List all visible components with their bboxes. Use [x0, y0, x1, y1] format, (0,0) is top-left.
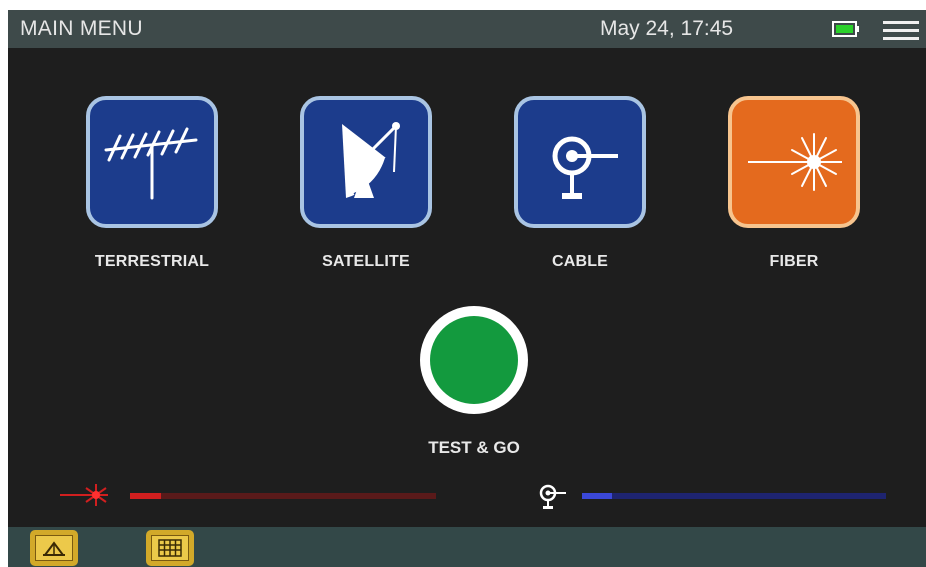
cable-level-bar: [582, 493, 886, 499]
device-screen: MAIN MENU May 24, 17:45 TERRESTRIAL SATE…: [8, 10, 926, 567]
fiber-label: FIBER: [769, 253, 819, 270]
test-and-go-label: TEST & GO: [428, 438, 520, 457]
fiber-button[interactable]: [728, 96, 860, 228]
laser-burst-icon: [748, 133, 842, 191]
cable-button[interactable]: [514, 96, 646, 228]
hamburger-menu-icon[interactable]: [883, 19, 919, 41]
satellite-button[interactable]: [300, 96, 432, 228]
coax-cable-icon: [552, 136, 618, 199]
satellite-label: SATELLITE: [322, 253, 410, 270]
test-and-go-button[interactable]: [420, 306, 528, 414]
laser-icon: [60, 480, 116, 510]
coax-cable-small-icon: [536, 482, 576, 510]
antenna-folder-button[interactable]: [30, 530, 78, 566]
terrestrial-button[interactable]: [86, 96, 218, 228]
antenna-icon: [104, 127, 198, 200]
table-view-button[interactable]: [146, 530, 194, 566]
cable-label: CABLE: [551, 253, 609, 270]
battery-full-icon: [832, 21, 860, 37]
cable-level-fill: [582, 493, 613, 499]
go-indicator: [430, 316, 518, 404]
laser-level-bar: [130, 493, 436, 499]
terrestrial-label: TERRESTRIAL: [94, 253, 210, 270]
top-bar: MAIN MENU May 24, 17:45: [8, 10, 926, 48]
laser-level-fill: [130, 493, 161, 499]
page-title: MAIN MENU: [20, 17, 143, 40]
date-time: May 24, 17:45: [600, 17, 734, 40]
satellite-dish-icon: [342, 122, 400, 198]
